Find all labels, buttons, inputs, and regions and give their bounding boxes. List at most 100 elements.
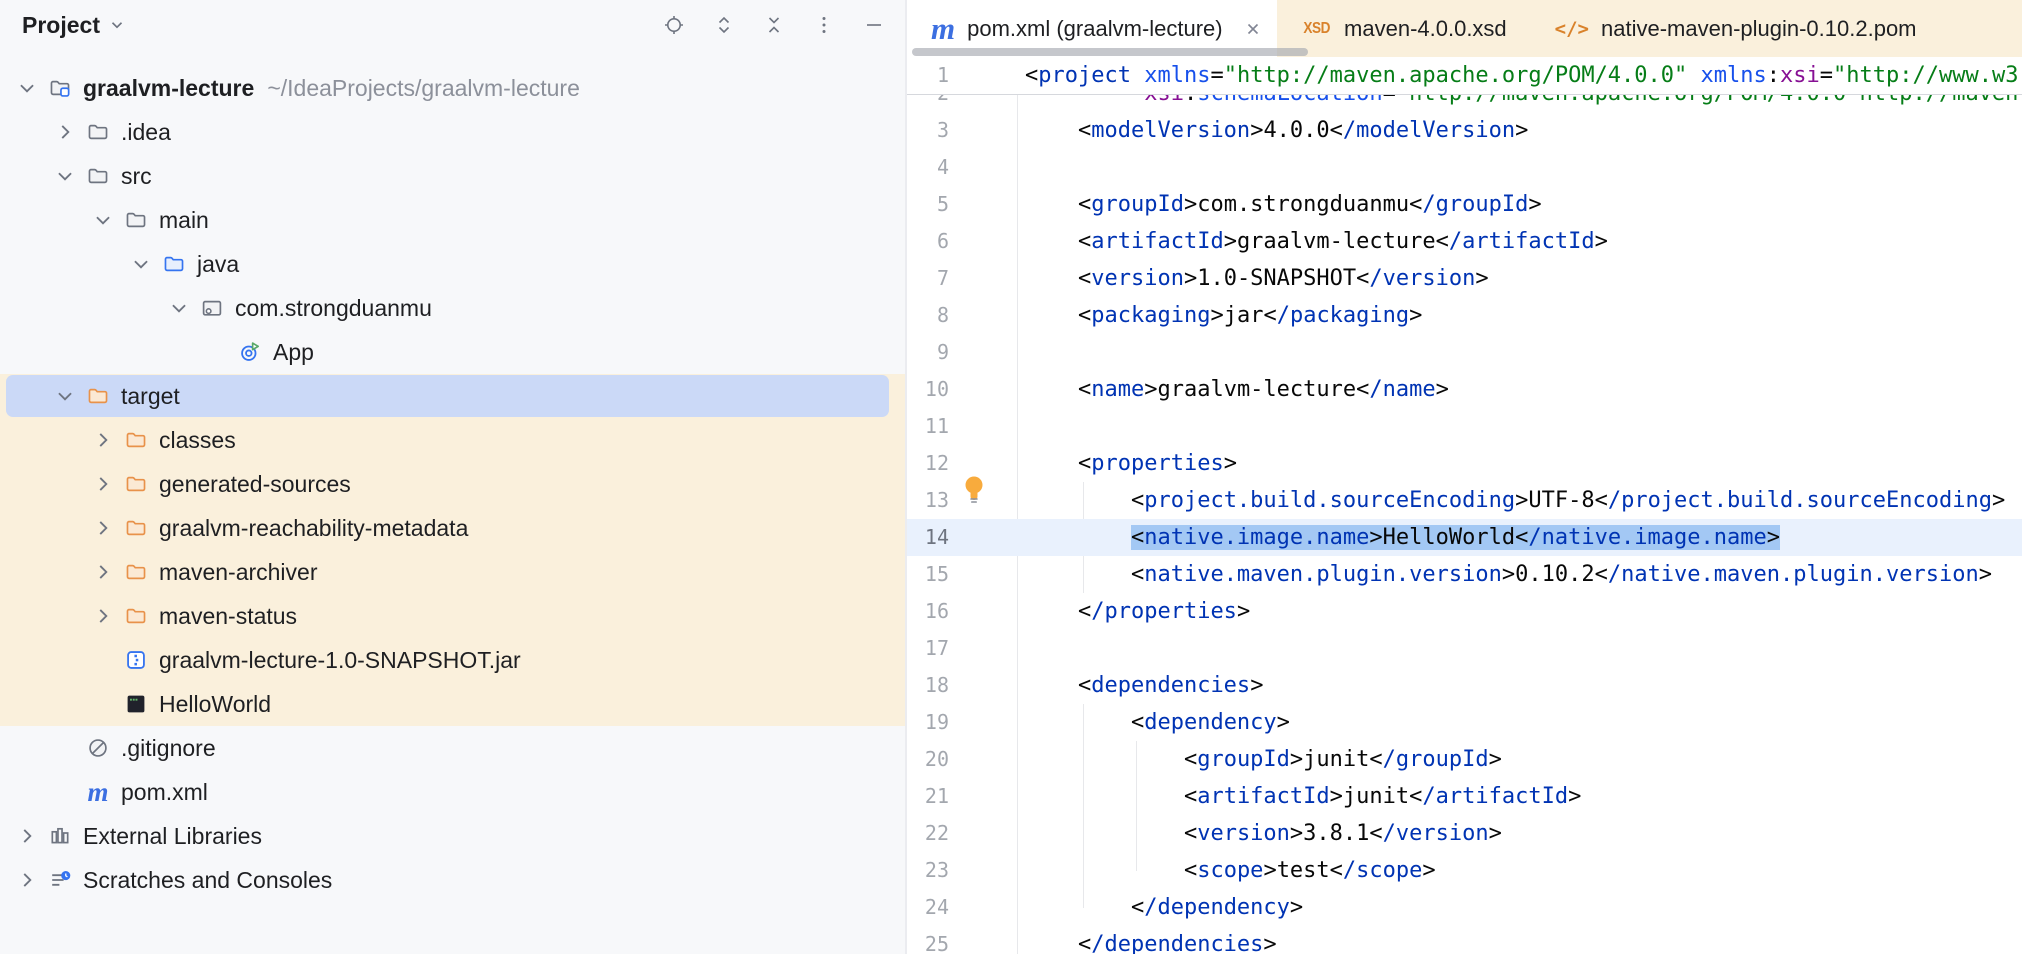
ignored-icon xyxy=(86,736,110,760)
folder-icon xyxy=(124,208,148,232)
tab-label: native-maven-plugin-0.10.2.pom xyxy=(1601,16,1917,42)
code-line-10[interactable]: 10 <name>graalvm-lecture</name> xyxy=(907,371,2022,408)
code-line-14[interactable]: 14 <native.image.name>HelloWorld</native… xyxy=(907,519,2022,556)
tree-item-scratches-and-consoles[interactable]: Scratches and Consoles xyxy=(0,858,905,902)
chevron-down-icon[interactable] xyxy=(168,297,198,319)
line-number: 4 xyxy=(907,149,949,186)
code-text: <name>graalvm-lecture</name> xyxy=(1025,371,1449,408)
chevron-spacer xyxy=(54,737,84,759)
code-line-12[interactable]: 12 <properties> xyxy=(907,445,2022,482)
tree-item-maven-status[interactable]: maven-status xyxy=(0,594,905,638)
tree-item-label: src xyxy=(121,163,152,190)
folder-sources-icon xyxy=(162,252,186,276)
chevron-down-icon[interactable] xyxy=(92,209,122,231)
chevron-right-icon[interactable] xyxy=(16,825,46,847)
chevron-right-icon[interactable] xyxy=(92,605,122,627)
chevron-down-icon[interactable] xyxy=(54,165,84,187)
tree-item-generated-sources[interactable]: generated-sources xyxy=(0,462,905,506)
chevron-down-icon[interactable] xyxy=(54,385,84,407)
folder-icon xyxy=(86,164,110,188)
folder-excluded-icon xyxy=(124,604,148,628)
code-line-17[interactable]: 17 xyxy=(907,630,2022,667)
tree-item-classes[interactable]: classes xyxy=(0,418,905,462)
code-line-13[interactable]: 13 <project.build.sourceEncoding>UTF-8</… xyxy=(907,482,2022,519)
tab-scrollbar-thumb[interactable] xyxy=(912,48,1308,56)
tree-item-label: .idea xyxy=(121,119,171,146)
code-line-19[interactable]: 19 <dependency> xyxy=(907,704,2022,741)
locate-file-icon[interactable] xyxy=(663,14,685,36)
chevron-right-icon[interactable] xyxy=(92,561,122,583)
tree-item-target[interactable]: target xyxy=(0,374,905,418)
app-class-icon xyxy=(238,340,262,364)
code-line-18[interactable]: 18 <dependencies> xyxy=(907,667,2022,704)
chevron-spacer xyxy=(206,341,236,363)
chevron-right-icon[interactable] xyxy=(16,869,46,891)
editor-tab-maven-4-0-0-xsd[interactable]: XSDmaven-4.0.0.xsd xyxy=(1277,0,1531,57)
code-line-25[interactable]: 25 </dependencies> xyxy=(907,926,2022,954)
chevron-right-icon[interactable] xyxy=(92,429,122,451)
tree-item-graalvm-reachability-metadata[interactable]: graalvm-reachability-metadata xyxy=(0,506,905,550)
tree-item-graalvm-lecture-1-0-snapshot-jar[interactable]: graalvm-lecture-1.0-SNAPSHOT.jar xyxy=(0,638,905,682)
code-line-7[interactable]: 7 <version>1.0-SNAPSHOT</version> xyxy=(907,260,2022,297)
code-line-8[interactable]: 8 <packaging>jar</packaging> xyxy=(907,297,2022,334)
code-line-16[interactable]: 16 </properties> xyxy=(907,593,2022,630)
intention-bulb-icon[interactable] xyxy=(961,473,987,507)
close-tab-icon[interactable] xyxy=(1243,19,1263,39)
tree-item-pom-xml[interactable]: mpom.xml xyxy=(0,770,905,814)
line-number: 15 xyxy=(907,556,949,593)
code-line-1[interactable]: 1<project xmlns="http://maven.apache.org… xyxy=(907,57,2022,94)
line-number: 7 xyxy=(907,260,949,297)
tree-item--idea[interactable]: .idea xyxy=(0,110,905,154)
tree-item--gitignore[interactable]: .gitignore xyxy=(0,726,905,770)
tree-item-app[interactable]: App xyxy=(0,330,905,374)
chevron-spacer xyxy=(54,781,84,803)
tree-item-java[interactable]: java xyxy=(0,242,905,286)
line-number: 5 xyxy=(907,186,949,223)
code-line-22[interactable]: 22 <version>3.8.1</version> xyxy=(907,815,2022,852)
tree-item-graalvm-lecture[interactable]: graalvm-lecture~/IdeaProjects/graalvm-le… xyxy=(0,66,905,110)
expand-all-icon[interactable] xyxy=(713,14,735,36)
code-line-21[interactable]: 21 <artifactId>junit</artifactId> xyxy=(907,778,2022,815)
tree-item-maven-archiver[interactable]: maven-archiver xyxy=(0,550,905,594)
collapse-all-icon[interactable] xyxy=(763,14,785,36)
code-line-5[interactable]: 5 <groupId>com.strongduanmu</groupId> xyxy=(907,186,2022,223)
code-text: <artifactId>junit</artifactId> xyxy=(1025,778,1581,815)
code-line-3[interactable]: 3 <modelVersion>4.0.0</modelVersion> xyxy=(907,112,2022,149)
code-line-9[interactable]: 9 xyxy=(907,334,2022,371)
code-line-6[interactable]: 6 <artifactId>graalvm-lecture</artifactI… xyxy=(907,223,2022,260)
tree-item-src[interactable]: src xyxy=(0,154,905,198)
code-line-23[interactable]: 23 <scope>test</scope> xyxy=(907,852,2022,889)
code-file-icon: </> xyxy=(1555,18,1589,40)
ide-window: Project graalvm-lecture~/IdeaProjects/gr… xyxy=(0,0,2022,954)
code-line-24[interactable]: 24 </dependency> xyxy=(907,889,2022,926)
line-number: 3 xyxy=(907,112,949,149)
tree-item-main[interactable]: main xyxy=(0,198,905,242)
chevron-right-icon[interactable] xyxy=(54,121,84,143)
chevron-down-icon[interactable] xyxy=(130,253,160,275)
tree-item-helloworld[interactable]: HelloWorld xyxy=(0,682,905,726)
code-line-15[interactable]: 15 <native.maven.plugin.version>0.10.2</… xyxy=(907,556,2022,593)
code-line-11[interactable]: 11 xyxy=(907,408,2022,445)
hide-panel-icon[interactable] xyxy=(863,14,885,36)
chevron-down-icon[interactable] xyxy=(16,77,46,99)
project-tree: graalvm-lecture~/IdeaProjects/graalvm-le… xyxy=(0,50,905,902)
tree-item-external-libraries[interactable]: External Libraries xyxy=(0,814,905,858)
tree-item-com-strongduanmu[interactable]: com.strongduanmu xyxy=(0,286,905,330)
code-line-4[interactable]: 4 xyxy=(907,149,2022,186)
project-panel-title-dropdown[interactable]: Project xyxy=(22,12,126,39)
jar-icon xyxy=(124,648,148,672)
xsd-file-icon: XSD xyxy=(1303,20,1330,38)
line-number: 8 xyxy=(907,297,949,334)
editor-tab-native-maven-plugin-0-10-2-pom[interactable]: </> native-maven-plugin-0.10.2.pom xyxy=(1531,0,1941,57)
code-line-20[interactable]: 20 <groupId>junit</groupId> xyxy=(907,741,2022,778)
chevron-right-icon[interactable] xyxy=(92,473,122,495)
code-text: </dependency> xyxy=(1025,889,1303,926)
more-options-icon[interactable] xyxy=(813,14,835,36)
tree-item-label: classes xyxy=(159,427,236,454)
tree-item-label: App xyxy=(273,339,314,366)
chevron-right-icon[interactable] xyxy=(92,517,122,539)
code-editor[interactable]: 2 xsi:schemaLocation="http://maven.apach… xyxy=(907,57,2022,954)
tree-item-label: graalvm-lecture xyxy=(83,75,254,102)
line-number: 12 xyxy=(907,445,949,482)
tree-item-label: External Libraries xyxy=(83,823,262,850)
